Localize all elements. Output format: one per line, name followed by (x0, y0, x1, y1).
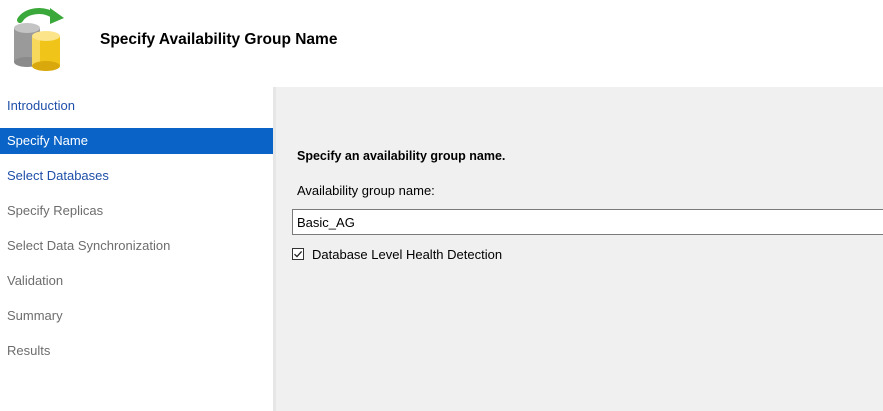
availability-group-name-input[interactable] (292, 209, 883, 235)
nav-item-results: Results (7, 343, 51, 358)
availability-group-name-label: Availability group name: (297, 183, 435, 198)
nav-item-select-databases[interactable]: Select Databases (0, 163, 273, 189)
health-detection-checkbox[interactable] (292, 248, 304, 260)
wizard-nav: Introduction Specify Name Select Databas… (0, 87, 273, 411)
database-refresh-icon (14, 8, 64, 71)
page-title: Specify Availability Group Name (100, 31, 338, 48)
nav-item-specify-replicas: Specify Replicas (7, 203, 104, 218)
nav-item-select-data-synchronization: Select Data Synchronization (7, 238, 171, 253)
wizard-header: Specify Availability Group Name (0, 0, 883, 85)
nav-item-introduction[interactable]: Introduction (0, 93, 273, 119)
section-heading: Specify an availability group name. (297, 149, 506, 163)
nav-item-summary: Summary (7, 308, 63, 323)
health-detection-label: Database Level Health Detection (312, 247, 503, 262)
nav-item-specify-name[interactable]: Specify Name (0, 128, 273, 154)
main-panel: Specify an availability group name. Avai… (276, 87, 883, 411)
checkmark-icon (294, 250, 303, 258)
nav-item-validation: Validation (7, 273, 64, 288)
